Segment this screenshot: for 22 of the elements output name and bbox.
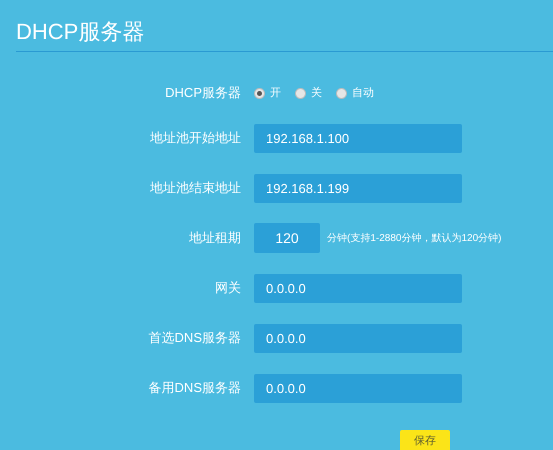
page-title: DHCP服务器 — [16, 18, 146, 46]
hint-text: 分钟(支持1-2880分钟，默认为120分钟) — [327, 232, 502, 246]
input-field[interactable]: 120 — [254, 223, 320, 253]
field-label: 网关 — [214, 279, 241, 298]
input-field[interactable]: 0.0.0.0 — [254, 274, 462, 302]
field-label: 地址池结束地址 — [149, 179, 241, 198]
radio-icon — [254, 88, 265, 98]
field-label: 备用DNS服务器 — [148, 379, 241, 398]
radio-icon — [336, 88, 347, 98]
radio-option[interactable]: 自动 — [336, 84, 374, 102]
field-label: 首选DNS服务器 — [148, 329, 241, 348]
radio-option[interactable]: 关 — [295, 84, 322, 102]
save-button[interactable]: 保存 — [400, 430, 450, 450]
radio-icon — [295, 88, 306, 98]
input-field[interactable]: 192.168.1.100 — [254, 124, 462, 152]
field-label: 地址租期 — [188, 229, 241, 248]
radio-option[interactable]: 开 — [254, 84, 281, 102]
input-field[interactable]: 0.0.0.0 — [254, 374, 462, 402]
input-field[interactable]: 192.168.1.199 — [254, 174, 462, 202]
input-field[interactable]: 0.0.0.0 — [254, 324, 462, 352]
field-label: DHCP服务器 — [164, 84, 241, 102]
field-label: 地址池开始地址 — [149, 129, 241, 148]
